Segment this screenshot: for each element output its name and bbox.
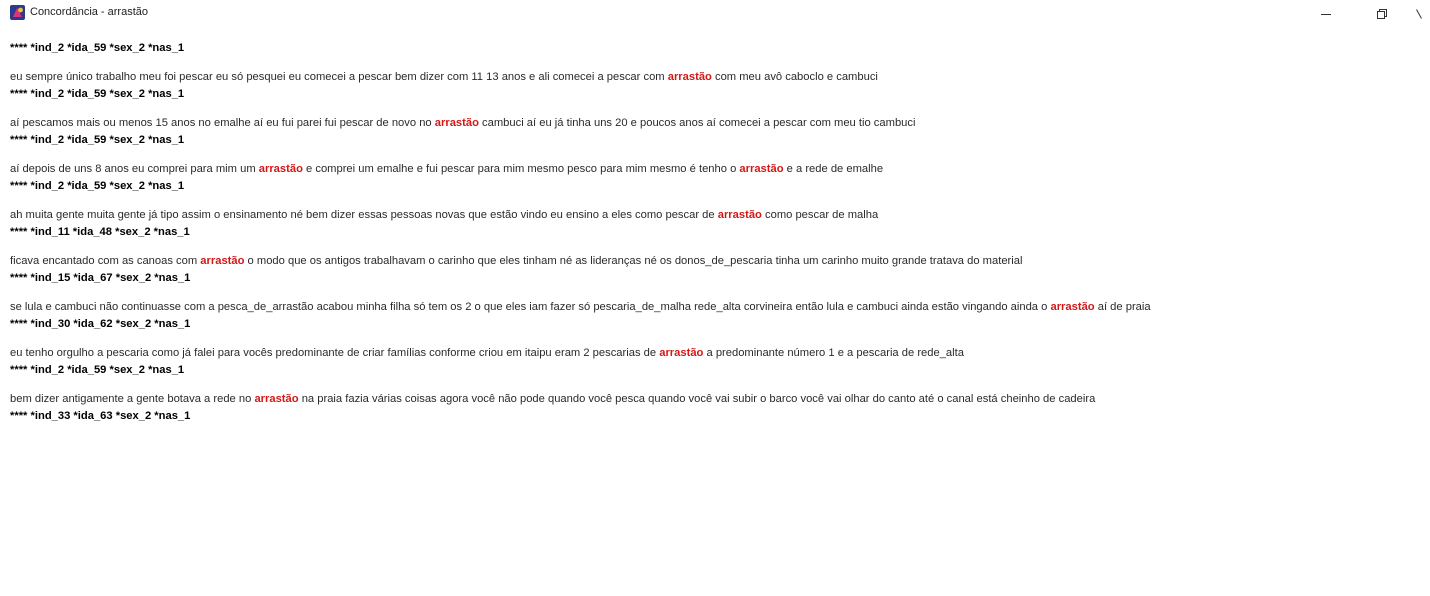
context-after: como pescar de malha (761, 209, 879, 221)
context-after: e a rede de emalhe (783, 163, 884, 175)
context-before: bem dizer antigamente a gente botava a r… (10, 393, 255, 405)
context-after: aí de praia (1094, 301, 1151, 313)
concordance-line: aí depois de uns 8 anos eu comprei para … (10, 161, 1425, 178)
entry-spacer (10, 333, 1425, 345)
context-after: na praia fazia várias coisas agora você … (298, 393, 1096, 405)
keyword-highlight: arrastão (717, 209, 762, 221)
concordance-line: se lula e cambuci não continuasse com a … (10, 299, 1425, 316)
entry-spacer (10, 195, 1425, 207)
context-before: se lula e cambuci não continuasse com a … (10, 301, 1051, 313)
context-before: eu sempre único trabalho meu foi pescar … (10, 71, 668, 83)
context-after: cambuci aí eu já tinha uns 20 e poucos a… (478, 117, 916, 129)
keyword-highlight: arrastão (200, 255, 245, 267)
context-middle: e comprei um emalhe e fui pescar para mi… (302, 163, 740, 175)
keyword-highlight: arrastão (258, 163, 303, 175)
entry-header: **** *ind_11 *ida_48 *sex_2 *nas_1 (10, 226, 190, 238)
restore-icon (1377, 9, 1387, 19)
window-titlebar: Concordância - arrastão (0, 0, 1430, 40)
context-after: o modo que os antigos trabalhavam o cari… (244, 255, 1023, 267)
keyword-highlight: arrastão (254, 393, 299, 405)
concordance-line: aí pescamos mais ou menos 15 anos no ema… (10, 115, 1425, 132)
keyword-highlight: arrastão (659, 347, 704, 359)
concordance-list[interactable]: **** *ind_2 *ida_59 *sex_2 *nas_1 eu sem… (10, 40, 1425, 425)
context-before: ah muita gente muita gente já tipo assim… (10, 209, 718, 221)
entry-header: **** *ind_2 *ida_59 *sex_2 *nas_1 (10, 180, 185, 192)
context-after: com meu avô caboclo e cambuci (711, 71, 878, 83)
entry-header: **** *ind_2 *ida_59 *sex_2 *nas_1 (10, 42, 185, 54)
minimize-button[interactable] (1306, 0, 1346, 28)
app-logo-icon (10, 5, 25, 20)
entry-header: **** *ind_2 *ida_59 *sex_2 *nas_1 (10, 134, 185, 146)
close-icon (1416, 9, 1422, 19)
entry-header: **** *ind_2 *ida_59 *sex_2 *nas_1 (10, 364, 185, 376)
keyword-highlight: arrastão (739, 163, 784, 175)
entry-spacer (10, 241, 1425, 253)
keyword-highlight: arrastão (434, 117, 479, 129)
concordance-line: eu tenho orgulho a pescaria como já fale… (10, 345, 1425, 362)
context-before: aí pescamos mais ou menos 15 anos no ema… (10, 117, 435, 129)
minimize-icon (1321, 14, 1331, 15)
restore-button[interactable] (1362, 0, 1402, 28)
keyword-highlight: arrastão (667, 71, 712, 83)
entry-header: **** *ind_30 *ida_62 *sex_2 *nas_1 (10, 318, 191, 330)
concordance-line: bem dizer antigamente a gente botava a r… (10, 391, 1425, 408)
entry-header: **** *ind_2 *ida_59 *sex_2 *nas_1 (10, 88, 185, 100)
concordance-line: eu sempre único trabalho meu foi pescar … (10, 69, 1425, 86)
entry-spacer (10, 287, 1425, 299)
window-title: Concordância - arrastão (30, 6, 149, 18)
entry-header: **** *ind_15 *ida_67 *sex_2 *nas_1 (10, 272, 191, 284)
keyword-highlight: arrastão (1050, 301, 1095, 313)
entry-spacer (10, 149, 1425, 161)
context-before: eu tenho orgulho a pescaria como já fale… (10, 347, 660, 359)
close-button[interactable] (1402, 0, 1430, 28)
context-before: aí depois de uns 8 anos eu comprei para … (10, 163, 259, 175)
entry-spacer (10, 57, 1425, 69)
context-before: ficava encantado com as canoas com (10, 255, 201, 267)
concordance-line: ah muita gente muita gente já tipo assim… (10, 207, 1425, 224)
entry-spacer (10, 103, 1425, 115)
entry-header: **** *ind_33 *ida_63 *sex_2 *nas_1 (10, 410, 191, 422)
context-after: a predominante número 1 e a pescaria de … (703, 347, 964, 359)
entry-spacer (10, 379, 1425, 391)
concordance-line: ficava encantado com as canoas com arras… (10, 253, 1425, 270)
